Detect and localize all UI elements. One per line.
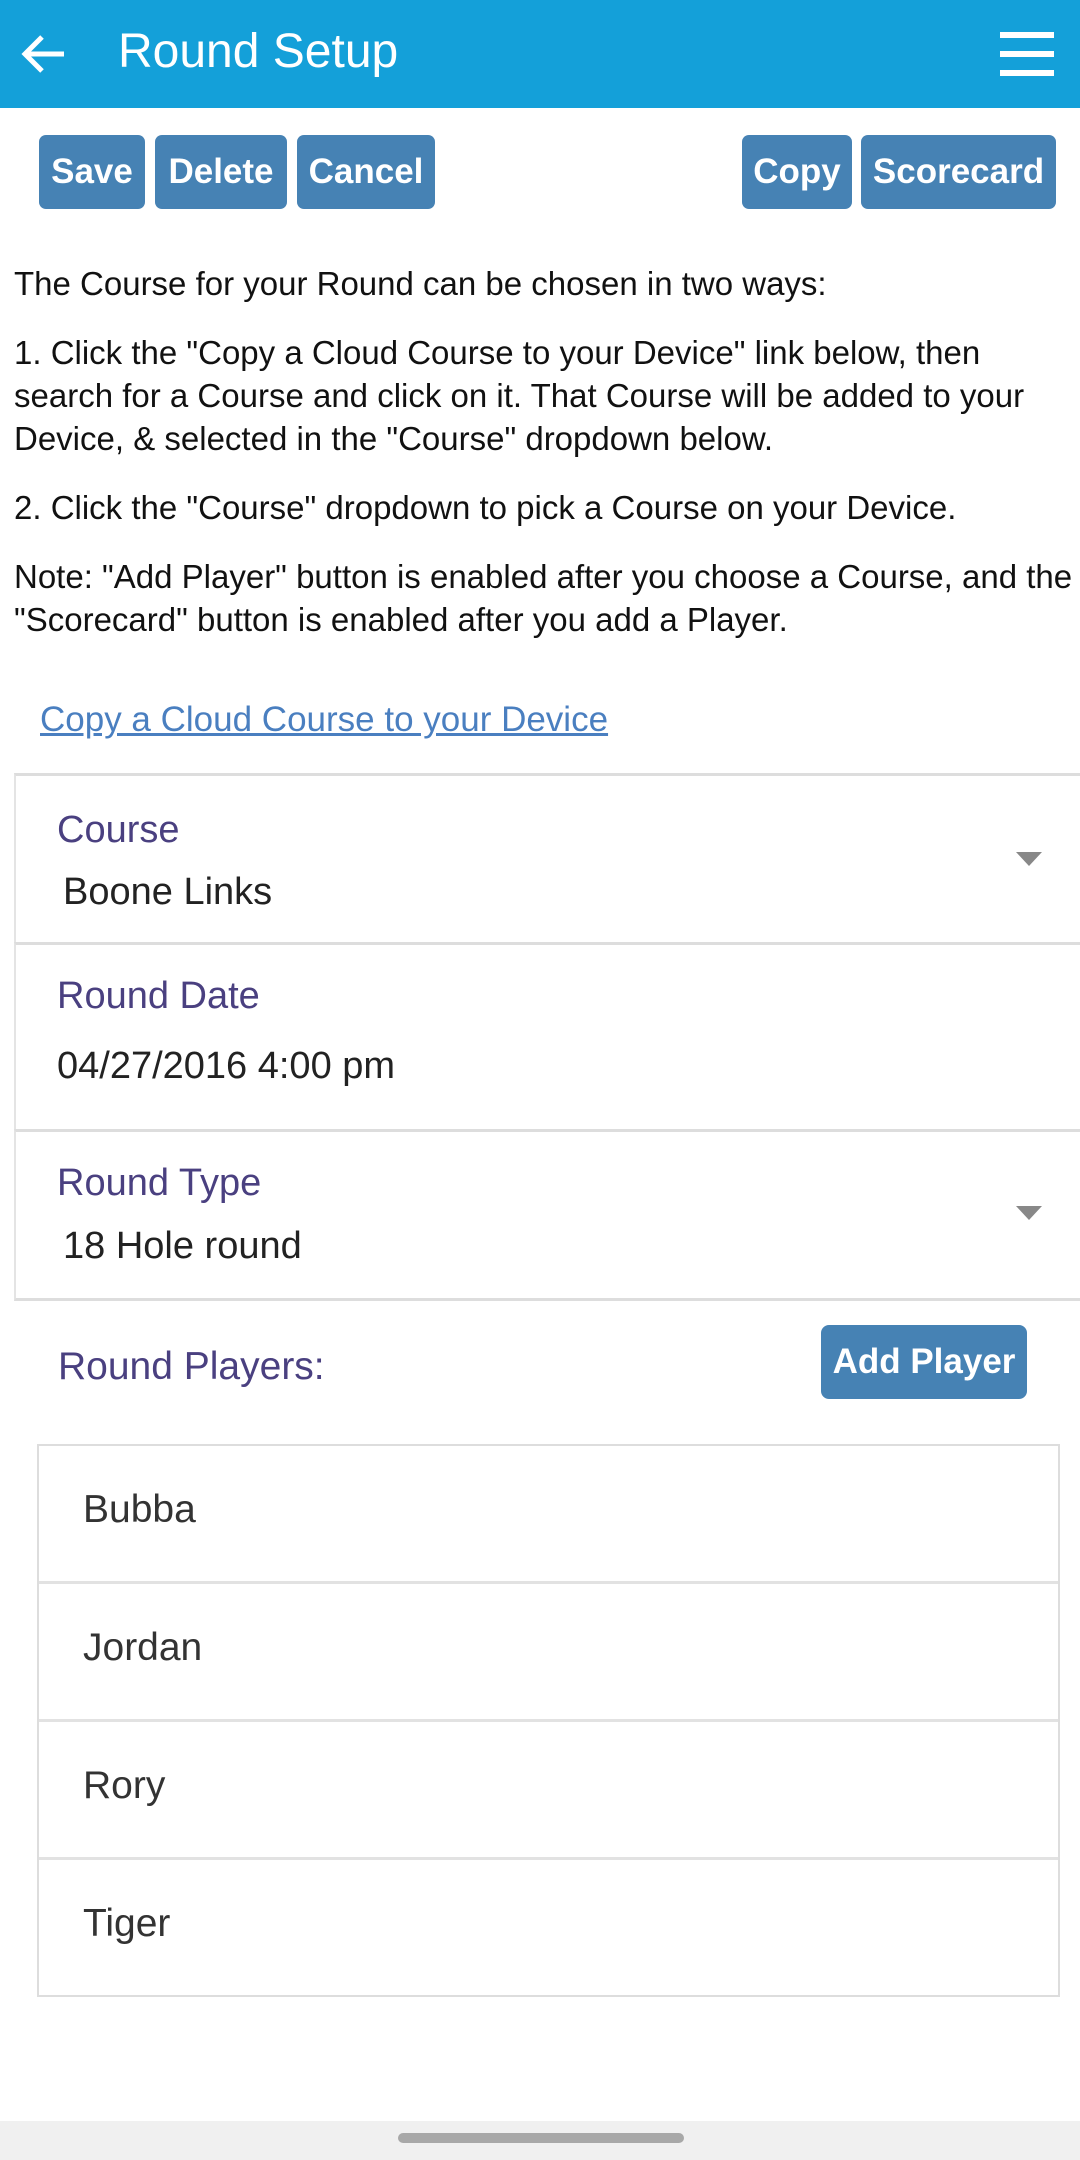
instructions-note: Note: "Add Player" button is enabled aft… — [14, 558, 1073, 638]
round-type-value: 18 Hole round — [63, 1225, 302, 1267]
round-date-value: 04/27/2016 4:00 pm — [57, 1045, 396, 1087]
chevron-down-icon — [1016, 852, 1042, 866]
player-name: Bubba — [83, 1488, 196, 1531]
course-dropdown[interactable]: Course Boone Links — [14, 773, 1080, 943]
system-nav-bar — [0, 2121, 1080, 2160]
course-value: Boone Links — [63, 871, 273, 913]
save-button[interactable]: Save — [39, 135, 145, 209]
copy-cloud-course-link[interactable]: Copy a Cloud Course to your Device — [40, 700, 608, 740]
round-date-field[interactable]: Round Date 04/27/2016 4:00 pm — [14, 942, 1080, 1130]
app-bar: Round Setup — [0, 0, 1080, 108]
round-players-label: Round Players: — [58, 1345, 325, 1388]
players-list: Bubba Jordan Rory Tiger — [37, 1444, 1060, 1997]
instructions-step1: 1. Click the "Copy a Cloud Course to you… — [14, 334, 1025, 457]
chevron-down-icon — [1016, 1206, 1042, 1220]
arrow-left-icon[interactable] — [18, 28, 70, 80]
copy-button[interactable]: Copy — [742, 135, 852, 209]
list-item[interactable]: Rory — [39, 1722, 1058, 1860]
list-item[interactable]: Jordan — [39, 1584, 1058, 1722]
player-name: Jordan — [83, 1626, 203, 1669]
hamburger-menu-icon[interactable] — [1000, 32, 1054, 76]
course-label: Course — [57, 809, 180, 851]
cancel-button[interactable]: Cancel — [297, 135, 435, 209]
round-date-label: Round Date — [57, 975, 260, 1017]
instructions-intro: The Course for your Round can be chosen … — [14, 265, 827, 302]
page-title: Round Setup — [118, 25, 399, 78]
round-type-label: Round Type — [57, 1162, 262, 1204]
delete-button[interactable]: Delete — [155, 135, 287, 209]
list-item[interactable]: Tiger — [39, 1860, 1058, 1995]
player-name: Tiger — [83, 1902, 171, 1945]
list-item[interactable]: Bubba — [39, 1446, 1058, 1584]
add-player-button[interactable]: Add Player — [821, 1325, 1027, 1399]
home-gesture-handle[interactable] — [398, 2133, 684, 2143]
player-name: Rory — [83, 1764, 166, 1807]
scorecard-button[interactable]: Scorecard — [861, 135, 1056, 209]
instructions-step2: 2. Click the "Course" dropdown to pick a… — [14, 489, 957, 526]
round-type-dropdown[interactable]: Round Type 18 Hole round — [14, 1129, 1080, 1301]
